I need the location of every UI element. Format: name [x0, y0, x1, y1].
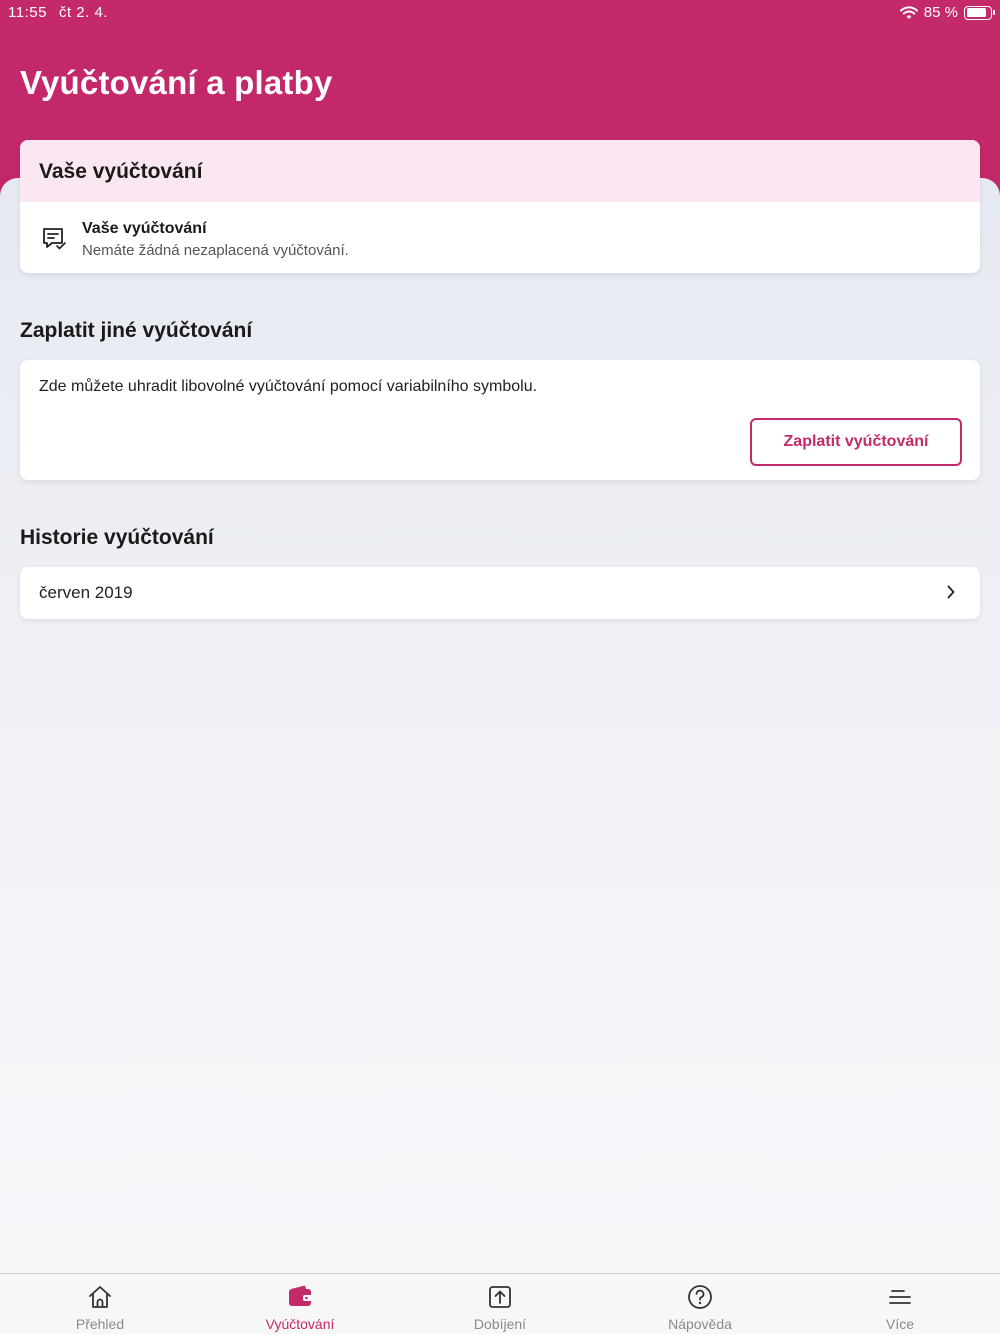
- your-billing-row-title: Vaše vyúčtování: [82, 220, 207, 237]
- pay-other-card: Zde můžete uhradit libovolné vyúčtování …: [20, 360, 980, 480]
- tab-help[interactable]: Nápověda: [600, 1274, 800, 1334]
- your-billing-header: Vaše vyúčtování: [20, 140, 980, 202]
- bill-icon: [43, 228, 66, 250]
- page-title: Vyúčtování a platby: [20, 64, 333, 101]
- tab-overview[interactable]: Přehled: [0, 1274, 200, 1334]
- tab-topup-label: Dobíjení: [473, 1316, 527, 1332]
- status-date: čt 2. 4.: [58, 4, 108, 21]
- battery-icon: [964, 5, 995, 20]
- pay-other-section-title: Zaplatit jiné vyúčtování: [20, 319, 253, 342]
- your-billing-row[interactable]: Vaše vyúčtování Nemáte žádná nezaplacená…: [20, 202, 980, 273]
- tab-overview-label: Přehled: [75, 1316, 125, 1332]
- history-item-label: červen 2019: [39, 583, 133, 602]
- your-billing-row-subtitle: Nemáte žádná nezaplacená vyúčtování.: [82, 242, 349, 259]
- tab-help-label: Nápověda: [668, 1316, 732, 1332]
- battery-fill: [966, 8, 987, 17]
- history-section-title: Historie vyúčtování: [20, 526, 214, 549]
- chevron-right-icon: [947, 585, 955, 599]
- status-time: 11:55: [8, 4, 47, 21]
- tab-more-label: Více: [885, 1316, 914, 1332]
- tab-more[interactable]: Více: [800, 1274, 1000, 1334]
- status-bar: 11:55 čt 2. 4. 85 %: [0, 0, 1000, 26]
- help-icon: [688, 1285, 712, 1309]
- home-icon: [89, 1286, 111, 1308]
- tab-bar: Přehled Vyúčtování Dobíjení Nápověda Víc…: [0, 1273, 1000, 1334]
- wallet-icon: [289, 1285, 312, 1306]
- history-list-item[interactable]: červen 2019: [20, 567, 980, 619]
- topup-icon: [489, 1286, 511, 1308]
- battery-percent: 85 %: [923, 4, 958, 21]
- your-billing-card: Vaše vyúčtování Vaše vyúčtování Nemáte ž…: [20, 140, 980, 273]
- menu-icon: [889, 1290, 911, 1304]
- tab-topup[interactable]: Dobíjení: [400, 1274, 600, 1334]
- tab-billing[interactable]: Vyúčtování: [200, 1274, 400, 1334]
- tab-billing-label: Vyúčtování: [265, 1316, 335, 1332]
- pay-other-description: Zde můžete uhradit libovolné vyúčtování …: [39, 378, 538, 395]
- pay-bill-button[interactable]: Zaplatit vyúčtování: [750, 418, 962, 466]
- wifi-icon: [899, 5, 918, 19]
